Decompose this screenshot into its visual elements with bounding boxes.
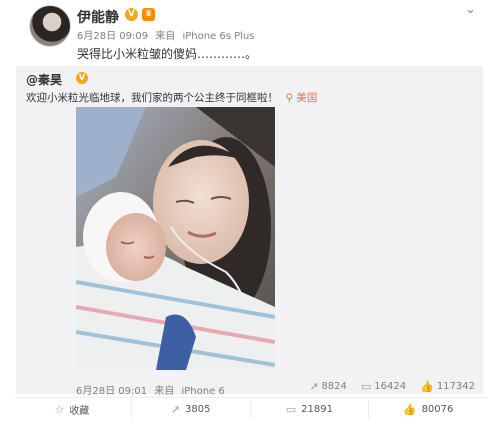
location-pin-icon: ⚲ [285,92,294,104]
star-icon: ☆ [54,402,65,416]
post-meta: 6月28日 09:09 来自 iPhone 6s Plus [77,27,259,42]
post-date[interactable]: 6月28日 09:09 [77,31,148,42]
comment-icon: ▭ [285,402,297,416]
repost-body: 欢迎小米粒光临地球，我们家的两个公主终于同框啦！ [26,92,278,104]
collect-button[interactable]: ☆ 收藏 [13,398,132,420]
verified-badge-icon: V [125,8,138,21]
repost-share-count: 8824 [321,381,347,392]
post-action-bar: ☆ 收藏 ↗ 3805 ▭ 21891 👍 80076 [13,397,487,420]
post-username[interactable]: 伊能静 [77,7,119,27]
comment-icon: ▭ [360,380,372,393]
collect-label: 收藏 [69,405,90,417]
post-text: 哭得比小米粒皱的傻妈…………。 [77,47,258,61]
repost-photo[interactable] [76,107,275,370]
repost-device[interactable]: iPhone 6 [181,386,224,397]
share-icon: ↗ [309,380,319,393]
repost-text: 欢迎小米粒光临地球，我们家的两个公主终于同框啦！ ⚲ 美国 [26,90,317,105]
thumb-up-icon: 👍 [420,380,434,393]
repost-comment-count: 16424 [374,381,407,392]
post-source-prefix: 来自 [155,31,176,42]
weibo-post-card: 伊能静 V ♛ ⌄ 6月28日 09:09 来自 iPhone 6s Plus … [13,2,487,421]
location-link[interactable]: ⚲ 美国 [285,92,317,104]
share-button[interactable]: ↗ 3805 [132,398,251,420]
avatar[interactable] [29,5,71,47]
location-label: 美国 [296,92,318,104]
newborn-mother-photo [76,107,275,370]
chevron-down-icon[interactable]: ⌄ [465,2,476,17]
like-button[interactable]: 👍 80076 [369,398,487,420]
share-count: 3805 [185,403,211,415]
comment-button[interactable]: ▭ 21891 [251,398,370,420]
repost-actions: ↗ 8824 ▭ 16424 👍 117342 [309,380,475,393]
verified-badge-icon: V [76,72,88,84]
like-count: 80076 [421,403,454,415]
repost-like-button[interactable]: 👍 117342 [420,380,475,393]
post-device[interactable]: iPhone 6s Plus [182,31,254,42]
repost-share-button[interactable]: ↗ 8824 [309,380,347,393]
repost-comment-button[interactable]: ▭ 16424 [361,380,406,393]
vip-crown-icon: ♛ [142,8,155,21]
repost-box: @秦昊 V 欢迎小米粒光临地球，我们家的两个公主终于同框啦！ ⚲ 美国 6月28… [16,66,483,397]
thumb-up-icon: 👍 [402,402,417,416]
repost-like-count: 117342 [436,381,475,392]
comment-count: 21891 [301,403,333,415]
repost-username[interactable]: @秦昊 [26,71,62,88]
repost-source-prefix: 来自 [154,386,175,397]
share-icon: ↗ [170,402,180,416]
repost-date[interactable]: 6月28日 09:01 [76,386,147,397]
repost-meta: 6月28日 09:01 来自 iPhone 6 [76,382,229,397]
